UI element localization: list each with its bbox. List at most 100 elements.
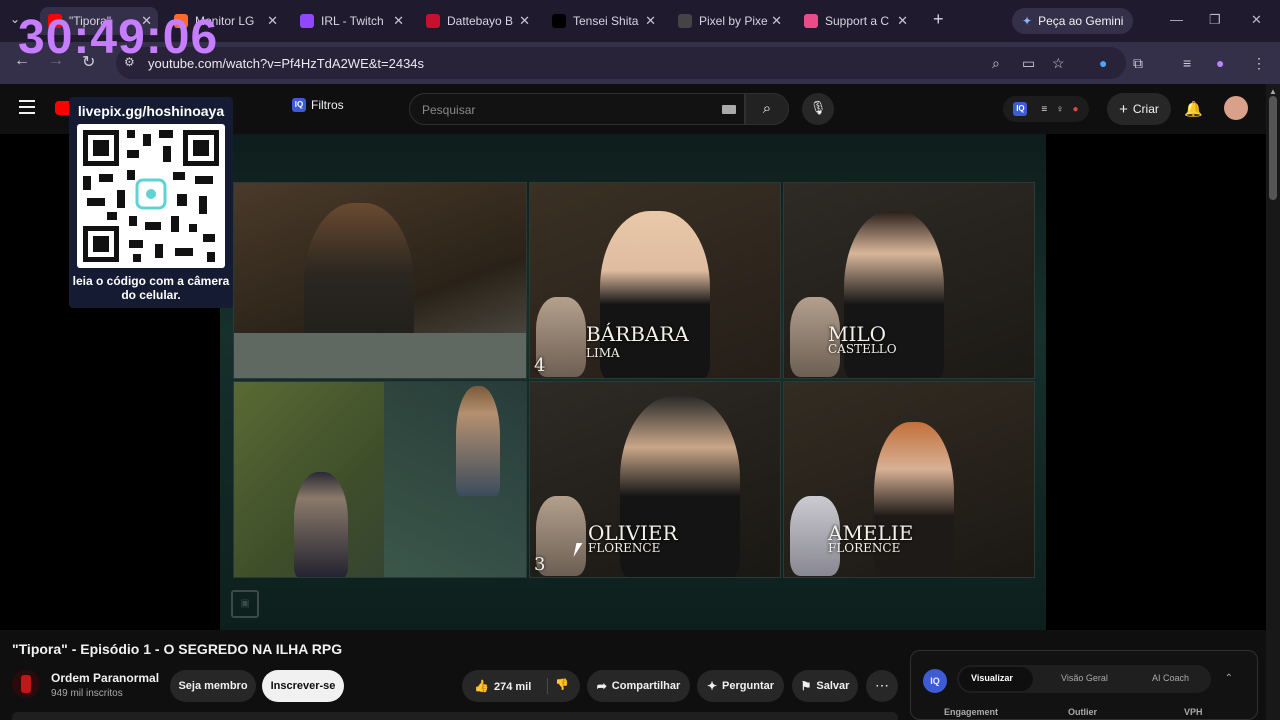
camera-cell-amelie: AMELIE FLORENCE 5	[783, 381, 1035, 578]
camera-cell-host	[233, 182, 527, 379]
url-bar[interactable]: ⚙ youtube.com/watch?v=Pf4HzTdA2WE&t=2434…	[116, 47, 1126, 79]
vidiq-panel: IQ Visualizar Visão Geral AI Coach ⌃ Eng…	[910, 650, 1258, 720]
video-title: "Tipora" - Episódio 1 - O SEGREDO NA ILH…	[12, 641, 343, 657]
player-surname: FLORENCE	[828, 541, 901, 555]
page-scrollbar[interactable]: ▲	[1266, 84, 1280, 720]
tab-close-icon[interactable]: ✕	[519, 13, 530, 29]
badge-icon: ●	[1072, 103, 1079, 115]
bookmark-icon: ⚑	[800, 679, 812, 693]
table-surface	[234, 333, 526, 378]
tab-close-icon[interactable]: ✕	[393, 13, 404, 29]
search-button[interactable]: ⌕	[745, 93, 789, 125]
zoom-icon[interactable]: ⌕	[992, 55, 1000, 72]
avatar[interactable]	[1224, 96, 1248, 120]
vidiq-tab-visualizar[interactable]: Visualizar	[971, 673, 1013, 683]
like-divider	[547, 678, 548, 694]
tab-title: Dattebayo B	[447, 14, 514, 28]
collapse-chevron-icon[interactable]: ⌃	[1225, 673, 1233, 684]
like-button[interactable]: 👍 274 mil	[474, 679, 531, 693]
browser-tab[interactable]: Pixel by Pixe ✕	[670, 7, 788, 35]
scroll-up-icon[interactable]: ▲	[1269, 87, 1277, 96]
save-label: Salvar	[816, 680, 850, 692]
voice-search-button[interactable]: 🎙	[802, 93, 834, 125]
tab-title: Pixel by Pixe	[699, 14, 768, 28]
menu-icon[interactable]	[19, 100, 35, 118]
tab-close-icon[interactable]: ✕	[771, 13, 782, 29]
character-hooded	[294, 472, 348, 577]
player-level: 4	[534, 355, 546, 376]
vidiq-tabs: Visualizar Visão Geral AI Coach	[957, 665, 1211, 693]
like-count: 274 mil	[493, 681, 532, 693]
tab-close-icon[interactable]: ✕	[897, 13, 908, 29]
notifications-bell-icon[interactable]: 🔔	[1184, 100, 1203, 118]
filters-button[interactable]: IQ Filtros	[292, 98, 344, 112]
browser-menu-icon[interactable]: ⋮	[1252, 55, 1266, 72]
twitch-watermark-icon: ▣	[231, 590, 259, 618]
create-button[interactable]: + Criar	[1107, 93, 1171, 125]
tab-close-icon[interactable]: ✕	[267, 13, 278, 29]
vidiq-tab-ai-coach[interactable]: AI Coach	[1152, 673, 1189, 683]
join-button[interactable]: Seja membro	[170, 670, 256, 702]
browser-tab[interactable]: Tensei Shita ✕	[544, 7, 662, 35]
sparkle-icon: ✦	[706, 679, 718, 693]
media-controls-icon[interactable]: ≡	[1183, 55, 1191, 71]
search-icon: ⌕	[762, 100, 772, 117]
map-scene-cell	[233, 381, 527, 578]
tab-favicon-icon	[804, 14, 818, 28]
new-tab-button[interactable]: +	[933, 9, 944, 30]
thumbs-up-icon: 👍	[474, 679, 489, 693]
gemini-button[interactable]: ✦ Peça ao Gemini	[1012, 8, 1134, 34]
dislike-button[interactable]: 👎	[555, 678, 569, 691]
keyboard-icon[interactable]	[722, 105, 736, 114]
plus-icon: +	[1119, 100, 1128, 118]
share-arrow-icon: ➦	[596, 679, 607, 693]
search-input[interactable]: Pesquisar	[409, 93, 745, 125]
restore-icon[interactable]: ❐	[1209, 12, 1221, 28]
vidiq-toolbar[interactable]: IQ ≡ ♀ ●	[1003, 96, 1089, 122]
search-placeholder: Pesquisar	[422, 103, 476, 117]
channel-avatar[interactable]	[12, 670, 40, 698]
scrollbar-thumb[interactable]	[1269, 96, 1277, 200]
list-icon: ≡	[1041, 103, 1048, 115]
character-walking	[456, 386, 500, 496]
minimize-icon[interactable]: —	[1170, 12, 1183, 27]
player-surname: LIMA	[586, 346, 620, 360]
more-icon: ⋯	[875, 677, 889, 693]
like-dislike-group: 👍 274 mil 👎	[462, 670, 580, 702]
metric-vph: VPH	[1184, 707, 1203, 717]
mic-icon: 🎙	[809, 100, 827, 115]
profile-icon[interactable]: ●	[1216, 55, 1224, 71]
bookmark-star-icon[interactable]: ☆	[1052, 55, 1065, 72]
tab-title: IRL - Twitch	[321, 14, 384, 28]
browser-tab[interactable]: IRL - Twitch ✕	[292, 7, 410, 35]
player-surname: FLORENCE	[588, 541, 661, 555]
channel-name[interactable]: Ordem Paranormal	[51, 671, 159, 685]
player-surname: CASTELLO	[828, 342, 897, 356]
more-actions-button[interactable]: ⋯	[866, 670, 898, 702]
vidiq-tab-visao-geral[interactable]: Visão Geral	[1061, 673, 1108, 683]
tab-close-icon[interactable]: ✕	[645, 13, 656, 29]
player-name: MILO	[828, 322, 887, 346]
extension-blue-icon[interactable]: ●	[1099, 55, 1107, 71]
vidiq-logo[interactable]: IQ	[923, 669, 947, 693]
cast-icon[interactable]: ▭	[1022, 55, 1035, 72]
player-name: BÁRBARA	[586, 322, 689, 346]
tab-favicon-icon	[300, 14, 314, 28]
browser-tab[interactable]: Dattebayo B ✕	[418, 7, 536, 35]
browser-tab[interactable]: Support a C ✕	[796, 7, 914, 35]
save-button[interactable]: ⚑ Salvar	[792, 670, 858, 702]
livepix-caption: leia o código com a câmera do celular.	[72, 274, 230, 302]
gemini-spark-icon: ✦	[1022, 14, 1033, 28]
extensions-puzzle-icon[interactable]: ⧉	[1133, 55, 1143, 72]
subscribe-button[interactable]: Inscrever-se	[262, 670, 344, 702]
qr-code-graphic	[83, 130, 219, 262]
camera-cell-barbara: BÁRBARA LIMA 4	[529, 182, 781, 379]
create-label: Criar	[1132, 102, 1159, 116]
share-button[interactable]: ➦ Compartilhar	[587, 670, 690, 702]
ask-button[interactable]: ✦ Perguntar	[697, 670, 784, 702]
player-level: 3	[534, 554, 546, 575]
ask-label: Perguntar	[722, 680, 775, 692]
thumbs-down-icon: 👎	[555, 679, 569, 691]
tab-title: Tensei Shita	[573, 14, 639, 28]
close-window-icon[interactable]: ✕	[1251, 12, 1262, 28]
